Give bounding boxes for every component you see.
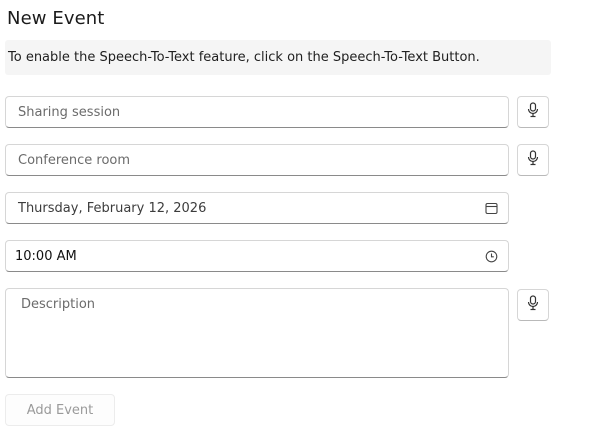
description-input[interactable] <box>6 289 508 377</box>
calendar-icon[interactable] <box>484 201 498 215</box>
description-field[interactable] <box>5 288 509 378</box>
time-value: 10:00 AM <box>15 248 77 264</box>
time-picker[interactable]: 10:00 AM <box>5 240 509 272</box>
subject-field[interactable] <box>5 96 509 128</box>
microphone-icon <box>526 150 540 170</box>
location-speech-button[interactable] <box>517 144 549 176</box>
speech-to-text-banner: To enable the Speech-To-Text feature, cl… <box>5 40 551 75</box>
location-input[interactable] <box>6 145 508 175</box>
subject-speech-button[interactable] <box>517 96 549 128</box>
subject-input[interactable] <box>6 97 508 127</box>
page-title: New Event <box>7 8 105 29</box>
clock-icon[interactable] <box>484 249 498 263</box>
date-picker[interactable]: Thursday, February 12, 2026 <box>5 192 509 224</box>
add-event-button[interactable]: Add Event <box>5 394 115 426</box>
microphone-icon <box>526 102 540 122</box>
description-speech-button[interactable] <box>517 289 549 321</box>
microphone-icon <box>526 295 540 315</box>
location-field[interactable] <box>5 144 509 176</box>
date-value: Thursday, February 12, 2026 <box>18 200 207 216</box>
